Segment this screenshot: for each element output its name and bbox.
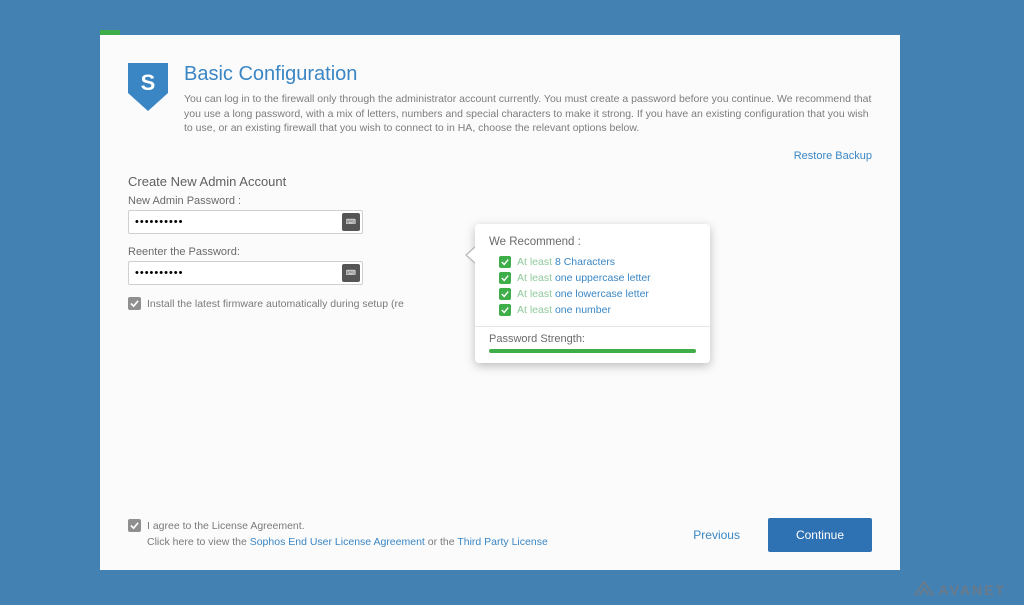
check-icon: [499, 256, 511, 268]
sophos-logo: S: [128, 63, 168, 136]
password-label: New Admin Password :: [128, 195, 872, 207]
license-text: I agree to the License Agreement. Click …: [147, 519, 548, 551]
firmware-checkbox[interactable]: [128, 297, 141, 310]
tooltip-title: We Recommend :: [489, 236, 696, 248]
check-icon: [499, 272, 511, 284]
page-title: Basic Configuration: [184, 63, 872, 86]
restore-backup-link[interactable]: Restore Backup: [794, 150, 872, 162]
requirement-list: At least 8 Characters At least one upper…: [489, 256, 696, 316]
strength-label: Password Strength:: [489, 333, 696, 345]
footer: I agree to the License Agreement. Click …: [100, 518, 900, 570]
req-item: At least one uppercase letter: [499, 272, 696, 284]
previous-button[interactable]: Previous: [693, 528, 740, 542]
req-item: At least one number: [499, 304, 696, 316]
setup-window: S Basic Configuration You can log in to …: [100, 35, 900, 570]
continue-button[interactable]: Continue: [768, 518, 872, 552]
req-item: At least one lowercase letter: [499, 288, 696, 300]
keyboard-icon[interactable]: ⌨: [342, 264, 360, 282]
svg-text:S: S: [141, 70, 156, 95]
page-description: You can log in to the firewall only thro…: [184, 92, 872, 136]
divider: [475, 326, 710, 327]
password-recommend-tooltip: We Recommend : At least 8 Characters At …: [475, 224, 710, 363]
req-item: At least 8 Characters: [499, 256, 696, 268]
license-checkbox[interactable]: [128, 519, 141, 532]
check-icon: [499, 304, 511, 316]
avanet-watermark: AVANET: [913, 579, 1006, 601]
firmware-checkbox-label: Install the latest firmware automaticall…: [147, 298, 404, 310]
third-party-link[interactable]: Third Party License: [457, 536, 547, 548]
reenter-password-input[interactable]: [128, 261, 363, 285]
strength-bar: [489, 349, 696, 353]
account-section-title: Create New Admin Account: [128, 174, 872, 189]
password-input[interactable]: [128, 210, 363, 234]
check-icon: [499, 288, 511, 300]
eula-link[interactable]: Sophos End User License Agreement: [250, 536, 425, 548]
keyboard-icon[interactable]: ⌨: [342, 213, 360, 231]
